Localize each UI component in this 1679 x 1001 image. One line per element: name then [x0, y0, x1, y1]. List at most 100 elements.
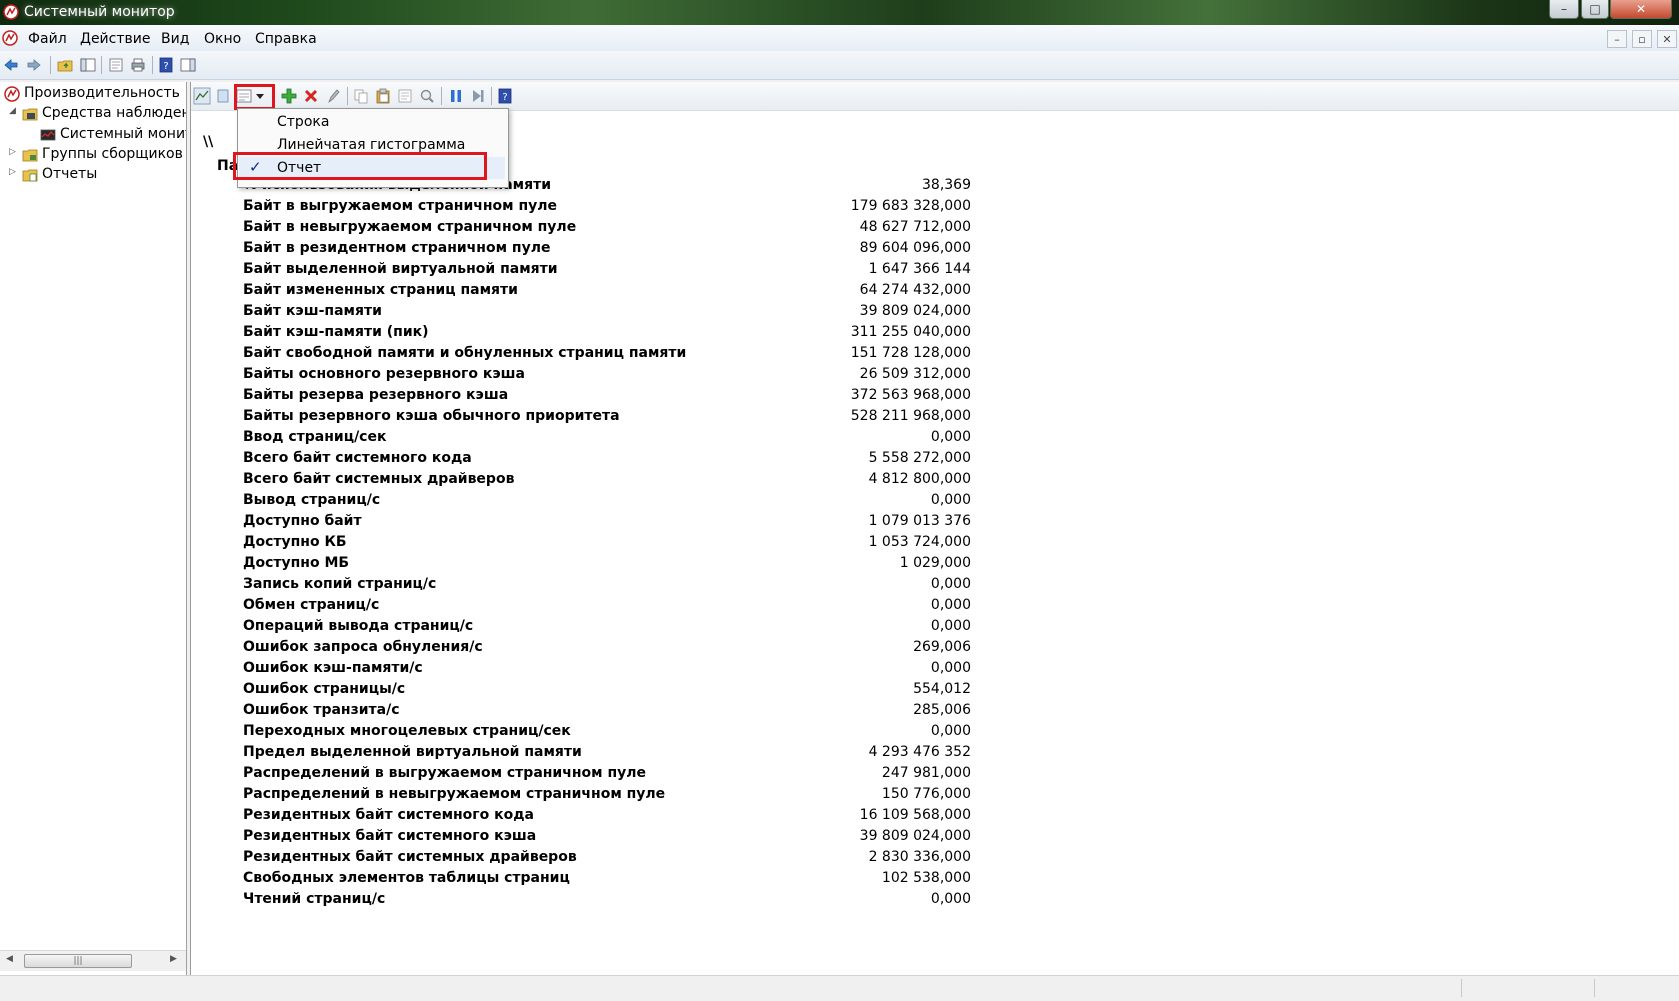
- counter-value: 16 109 568,000: [859, 807, 971, 823]
- counter-value: 0,000: [930, 723, 971, 739]
- mdi-minimize-button[interactable]: –: [1607, 30, 1627, 48]
- counter-name: Запись копий страниц/с: [243, 576, 437, 592]
- counter-row[interactable]: Переходных многоцелевых страниц/сек 0,000: [191, 722, 971, 743]
- counter-row[interactable]: Чтений страниц/с 0,000: [191, 890, 971, 911]
- freeze-display-icon[interactable]: [448, 88, 464, 104]
- update-data-icon[interactable]: [470, 88, 486, 104]
- counter-value: 5 558 272,000: [868, 450, 971, 466]
- help-icon[interactable]: ?: [158, 57, 174, 73]
- counter-row[interactable]: Всего байт системного кода 5 558 272,000: [191, 449, 971, 470]
- print-icon[interactable]: [130, 57, 146, 73]
- counter-name: Предел выделенной виртуальной памяти: [243, 744, 582, 760]
- minimize-button[interactable]: –: [1549, 0, 1579, 19]
- counter-row[interactable]: Резидентных байт системных драйверов 2 83…: [191, 848, 971, 869]
- counter-row[interactable]: Ошибок страницы/с 554,012: [191, 680, 971, 701]
- properties-icon[interactable]: [397, 88, 413, 104]
- counter-row[interactable]: Байты основного резервного кэша 26 509 31…: [191, 365, 971, 386]
- counter-row[interactable]: Доступно МБ 1 029,000: [191, 554, 971, 575]
- highlight-icon[interactable]: [325, 88, 341, 104]
- up-folder-icon[interactable]: [57, 57, 73, 73]
- counter-row[interactable]: Запись копий страниц/с 0,000: [191, 575, 971, 596]
- title-bar[interactable]: Системный монитор – □ ✕: [0, 0, 1679, 25]
- show-hide-tree-icon[interactable]: [80, 57, 96, 73]
- properties-icon[interactable]: [108, 57, 124, 73]
- counter-row[interactable]: Резидентных байт системного кода 16 109 5…: [191, 806, 971, 827]
- expand-arrow-icon[interactable]: ▷: [9, 147, 17, 157]
- zoom-icon[interactable]: [419, 88, 435, 104]
- counter-row[interactable]: Байт измененных страниц памяти 64 274 432…: [191, 281, 971, 302]
- scrollbar-thumb[interactable]: |||: [24, 954, 132, 968]
- navigation-tree[interactable]: Производительность ◢ Средства наблюдения…: [0, 82, 187, 975]
- counter-row[interactable]: Предел выделенной виртуальной памяти 4 29…: [191, 743, 971, 764]
- copy-properties-icon[interactable]: [353, 88, 369, 104]
- counter-name: Байт кэш-памяти (пик): [243, 324, 429, 340]
- counter-row[interactable]: Ввод страниц/сек 0,000: [191, 428, 971, 449]
- counter-value: 1 029,000: [899, 555, 971, 571]
- counter-row[interactable]: Ошибок запроса обнуления/с 269,006: [191, 638, 971, 659]
- scroll-left-icon[interactable]: ◀: [6, 954, 13, 964]
- add-counter-icon[interactable]: [281, 88, 297, 104]
- counter-row[interactable]: Свободных элементов таблицы страниц 102 5…: [191, 869, 971, 890]
- counter-row[interactable]: Доступно КБ 1 053 724,000: [191, 533, 971, 554]
- performance-icon: [4, 86, 20, 102]
- delete-counter-icon[interactable]: [303, 88, 319, 104]
- counter-row[interactable]: Байты резервного кэша обычного приоритет…: [191, 407, 971, 428]
- maximize-button[interactable]: □: [1581, 0, 1609, 19]
- counter-row[interactable]: Распределений в невыгружаемом страничном…: [191, 785, 971, 806]
- counter-name: Резидентных байт системных драйверов: [243, 849, 577, 865]
- menu-help[interactable]: Справка: [255, 31, 317, 47]
- counter-row[interactable]: Обмен страниц/с 0,000: [191, 596, 971, 617]
- menu-file[interactable]: Файл: [28, 31, 67, 47]
- counter-row[interactable]: Вывод страниц/с 0,000: [191, 491, 971, 512]
- counter-value: 528 211 968,000: [850, 408, 971, 424]
- counter-row[interactable]: Резидентных байт системного кэша 39 809 0…: [191, 827, 971, 848]
- counter-row[interactable]: Ошибок кэш-памяти/с 0,000: [191, 659, 971, 680]
- counter-value: 48 627 712,000: [859, 219, 971, 235]
- menu-item-line[interactable]: Строка: [239, 111, 505, 133]
- close-button[interactable]: ✕: [1610, 0, 1672, 19]
- counter-value: 150 776,000: [881, 786, 971, 802]
- action-pane-icon[interactable]: [180, 57, 196, 73]
- counter-name: Ошибок запроса обнуления/с: [243, 639, 483, 655]
- view-current-activity-icon[interactable]: [193, 87, 211, 105]
- menu-window[interactable]: Окно: [204, 31, 241, 47]
- counter-row[interactable]: Ошибок транзита/с 285,006: [191, 701, 971, 722]
- counter-row[interactable]: Байт в резидентном страничном пуле 89 604…: [191, 239, 971, 260]
- counter-value: 247 981,000: [881, 765, 971, 781]
- counter-row[interactable]: Байты резерва резервного кэша 372 563 968…: [191, 386, 971, 407]
- counter-row[interactable]: Байт кэш-памяти (пик) 311 255 040,000: [191, 323, 971, 344]
- counter-row[interactable]: Операций вывода страниц/с 0,000: [191, 617, 971, 638]
- counter-row[interactable]: Байт выделенной виртуальной памяти 1 647 …: [191, 260, 971, 281]
- menu-view[interactable]: Вид: [161, 31, 189, 47]
- help-icon[interactable]: ?: [497, 88, 513, 104]
- toolbar-separator: [441, 87, 442, 105]
- mdi-restore-button[interactable]: ▫: [1632, 30, 1652, 48]
- counter-value: 2 830 336,000: [868, 849, 971, 865]
- tree-item-label: Средства наблюдения: [42, 105, 186, 121]
- tree-horizontal-scrollbar[interactable]: ◀ ||| ▶: [0, 950, 186, 971]
- counter-value: 0,000: [930, 597, 971, 613]
- scroll-right-icon[interactable]: ▶: [170, 954, 177, 964]
- back-icon[interactable]: [3, 57, 19, 73]
- counter-row[interactable]: Байт свободной памяти и обнуленных стран…: [191, 344, 971, 365]
- counter-value: 151 728 128,000: [850, 345, 971, 361]
- expand-arrow-icon[interactable]: ▷: [9, 167, 17, 177]
- counter-name: Доступно МБ: [243, 555, 350, 571]
- counter-row[interactable]: Байт в выгружаемом страничном пуле 179 68…: [191, 197, 971, 218]
- mdi-close-button[interactable]: ✕: [1657, 30, 1677, 48]
- counter-row[interactable]: Байт кэш-памяти 39 809 024,000: [191, 302, 971, 323]
- forward-icon[interactable]: [26, 57, 42, 73]
- view-log-data-icon[interactable]: [215, 88, 231, 104]
- counter-row[interactable]: Доступно байт 1 079 013 376: [191, 512, 971, 533]
- console-icon[interactable]: [2, 30, 18, 46]
- svg-text:?: ?: [163, 61, 168, 72]
- counter-row[interactable]: Байт в невыгружаемом страничном пуле 48 6…: [191, 218, 971, 239]
- counter-row[interactable]: Распределений в выгружаемом страничном п…: [191, 764, 971, 785]
- counter-row[interactable]: Всего байт системных драйверов 4 812 800,…: [191, 470, 971, 491]
- counter-name: Резидентных байт системного кэша: [243, 828, 537, 844]
- report-item-highlight: [233, 152, 487, 180]
- collapse-arrow-icon[interactable]: ◢: [9, 106, 17, 116]
- status-separator: [1594, 979, 1595, 997]
- menu-action[interactable]: Действие: [80, 31, 150, 47]
- paste-counter-list-icon[interactable]: [375, 88, 391, 104]
